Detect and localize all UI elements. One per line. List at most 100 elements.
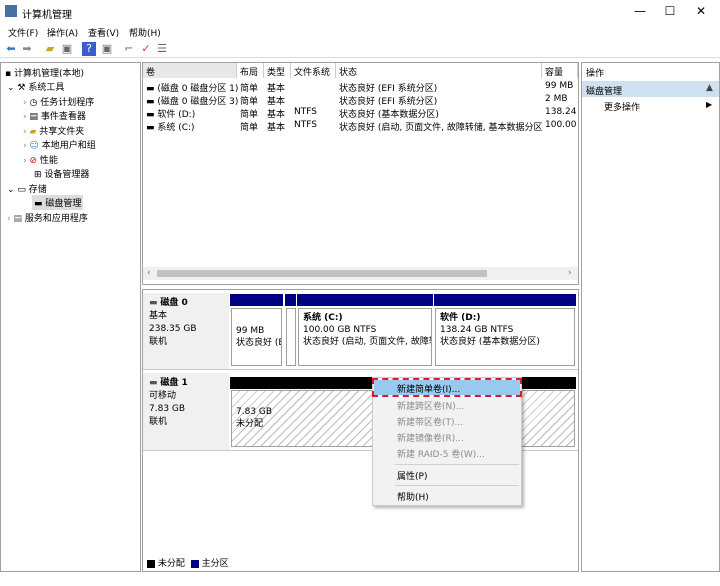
horizontal-scrollbar[interactable]: ‹ › xyxy=(143,267,578,280)
column-header-capacity[interactable]: 容量 xyxy=(542,63,578,78)
partition-software-d[interactable]: 软件 (D:) 138.24 GB NTFS 状态良好 (基本数据分区) xyxy=(435,308,575,366)
label: 性能 xyxy=(39,156,58,166)
disk-name: 磁盘 0 xyxy=(160,298,188,308)
table-cell: 简单 xyxy=(240,123,259,133)
scroll-left-icon[interactable]: ‹ xyxy=(147,268,151,278)
maximize-button[interactable]: ☐ xyxy=(655,4,685,18)
legend-unallocated: 未分配 xyxy=(157,559,185,569)
label: 共享文件夹 xyxy=(39,127,85,137)
column-header-layout[interactable]: 布局 xyxy=(237,63,264,78)
label: 本地用户和组 xyxy=(41,141,96,151)
menu-new-mirrored-volume[interactable]: 新建镜像卷(R)... xyxy=(397,431,464,444)
volume-list: 卷 布局 类型 文件系统 状态 容量 ▬ (磁盘 0 磁盘分区 1) 简单 基本 状态… xyxy=(142,62,579,285)
scroll-right-icon[interactable]: › xyxy=(568,268,572,278)
section-label: 磁盘管理 xyxy=(586,87,623,97)
actions-pane: 操作 磁盘管理 ▲ 更多操作 ▶ xyxy=(581,62,720,572)
table-cell: 2 MB xyxy=(545,94,568,104)
tree-item-performance[interactable]: › ⊘ 性能 xyxy=(23,153,58,166)
disk-0-label[interactable]: ▬ 磁盘 0 基本 238.35 GB 联机 xyxy=(149,297,197,349)
partition-name: 软件 (D:) xyxy=(440,313,481,323)
action-pane-icon[interactable]: ▣ xyxy=(100,42,114,56)
disk-type: 可移动 xyxy=(149,391,177,401)
disk-status: 联机 xyxy=(149,337,168,347)
partition-size: 138.24 GB NTFS xyxy=(440,325,514,335)
partition-name: 系统 (C:) xyxy=(303,313,343,323)
collapse-icon[interactable]: ▲ xyxy=(706,83,713,93)
tree-item-disk-management[interactable]: ▬ 磁盘管理 xyxy=(32,195,84,210)
tree-item-system-tools[interactable]: ⌄ ⚒ 系统工具 xyxy=(7,80,64,93)
partition-system-c[interactable]: 系统 (C:) 100.00 GB NTFS 状态良好 (启动, 页面文件, 故障转 xyxy=(298,308,432,366)
label: 设备管理器 xyxy=(44,170,90,180)
forward-icon[interactable]: ➡ xyxy=(20,42,34,56)
title-bar: 计算机管理 — ☐ ✕ xyxy=(0,0,720,24)
connect-icon[interactable]: ⌐ xyxy=(122,42,136,56)
partition-status: 状态良好 (启动, 页面文件, 故障转 xyxy=(303,337,432,347)
tree-item-task-scheduler[interactable]: › ◷ 任务计划程序 xyxy=(23,95,94,108)
partition-status: 状态良好 (基本数据分区) xyxy=(440,337,540,347)
disk-name: 磁盘 1 xyxy=(160,378,188,388)
legend: 未分配 主分区 xyxy=(147,556,229,569)
tree-item-device-manager[interactable]: ⊞ 设备管理器 xyxy=(34,167,89,180)
back-icon[interactable]: ⬅ xyxy=(4,42,18,56)
label: 服务和应用程序 xyxy=(24,214,88,224)
table-row[interactable]: ▬ (磁盘 0 磁盘分区 3) 简单 基本 状态良好 (EFI 系统分区) 2 MB xyxy=(143,93,578,107)
legend-unallocated-swatch xyxy=(147,559,155,568)
partition-efi-99mb[interactable]: 99 MB 状态良好 (E xyxy=(231,308,282,366)
menu-properties[interactable]: 属性(P) xyxy=(397,469,427,482)
up-folder-icon[interactable]: ▰ xyxy=(43,42,57,56)
menu-separator xyxy=(395,485,519,486)
menu-file[interactable]: 文件(F) xyxy=(8,26,38,39)
menu-new-simple-volume[interactable]: 新建简单卷(I)... xyxy=(397,382,460,395)
table-cell: 138.24 xyxy=(545,107,577,117)
table-cell: 状态良好 (启动, 页面文件, 故障转储, 基本数据分区) xyxy=(339,123,543,133)
checklist-icon[interactable]: ✓ xyxy=(139,42,153,56)
menu-help-item[interactable]: 帮助(H) xyxy=(397,490,429,503)
label: 磁盘管理 xyxy=(45,199,82,209)
menu-bar: 文件(F) 操作(A) 查看(V) 帮助(H) xyxy=(0,24,720,40)
scrollbar-thumb[interactable] xyxy=(157,270,487,277)
properties-icon[interactable]: ☰ xyxy=(155,42,169,56)
show-tree-icon[interactable]: ▣ xyxy=(60,42,74,56)
menu-view[interactable]: 查看(V) xyxy=(88,26,119,39)
table-row[interactable]: ▬ 系统 (C:) 简单 基本 NTFS 状态良好 (启动, 页面文件, 故障转储, 基… xyxy=(143,119,578,133)
column-header-type[interactable]: 类型 xyxy=(264,63,291,78)
table-cell: ▬ 系统 (C:) xyxy=(146,123,195,133)
menu-action[interactable]: 操作(A) xyxy=(47,26,78,39)
legend-primary-swatch xyxy=(190,559,199,568)
close-button[interactable]: ✕ xyxy=(686,4,716,18)
actions-section-disk-management[interactable]: 磁盘管理 ▲ xyxy=(582,81,719,97)
partition-status: 状态良好 (E xyxy=(236,338,282,348)
minimize-button[interactable]: — xyxy=(625,4,655,18)
tree-item-services[interactable]: › ▤ 服务和应用程序 xyxy=(7,211,88,224)
disk-type: 基本 xyxy=(149,311,168,321)
label: 存储 xyxy=(28,185,47,195)
menu-new-spanned-volume[interactable]: 新建跨区卷(N)... xyxy=(397,399,464,412)
menu-help[interactable]: 帮助(H) xyxy=(129,26,161,39)
disk-1-label[interactable]: ▬ 磁盘 1 可移动 7.83 GB 联机 xyxy=(149,377,188,429)
toolbar: ⬅ ➡ ▰ ▣ ? ▣ ⌐ ✓ ☰ xyxy=(0,40,720,58)
tree-item-storage[interactable]: ⌄ ▭ 存储 xyxy=(7,182,47,195)
tree-root[interactable]: ▪ 计算机管理(本地) xyxy=(5,66,84,79)
help-icon[interactable]: ? xyxy=(82,42,96,56)
column-header-status[interactable]: 状态 xyxy=(336,63,542,78)
disk-0-row: ▬ 磁盘 0 基本 238.35 GB 联机 99 MB 状态良好 (E 系统 (… xyxy=(143,293,578,370)
menu-new-raid5-volume[interactable]: 新建 RAID-5 卷(W)... xyxy=(397,447,485,460)
partition-size: 100.00 GB NTFS xyxy=(303,325,377,335)
column-header-volume[interactable]: 卷 xyxy=(143,63,237,78)
table-row[interactable]: ▬ (磁盘 0 磁盘分区 1) 简单 基本 状态良好 (EFI 系统分区) 99 MB xyxy=(143,80,578,94)
tree-root-label: 计算机管理(本地) xyxy=(13,69,84,79)
menu-new-striped-volume[interactable]: 新建带区卷(T)... xyxy=(397,415,463,428)
table-cell: 基本 xyxy=(267,123,286,133)
more-actions[interactable]: 更多操作 xyxy=(604,100,640,113)
partition-size: 99 MB xyxy=(236,326,265,336)
tree-item-event-viewer[interactable]: › ▤ 事件查看器 xyxy=(23,109,86,122)
navigation-tree: ▪ 计算机管理(本地) ⌄ ⚒ 系统工具 › ◷ 任务计划程序 › ▤ 事件查看… xyxy=(0,62,141,572)
partition-efi-2mb[interactable] xyxy=(286,308,296,366)
tree-item-shared-folders[interactable]: › ▰ 共享文件夹 xyxy=(23,124,84,137)
computer-management-icon xyxy=(5,5,17,17)
legend-primary: 主分区 xyxy=(201,559,229,569)
disk-status: 联机 xyxy=(149,417,168,427)
tree-item-local-users[interactable]: › ☺ 本地用户和组 xyxy=(23,138,96,151)
table-row[interactable]: ▬ 软件 (D:) 简单 基本 NTFS 状态良好 (基本数据分区) 138.24 xyxy=(143,106,578,120)
column-header-filesystem[interactable]: 文件系统 xyxy=(291,63,336,78)
